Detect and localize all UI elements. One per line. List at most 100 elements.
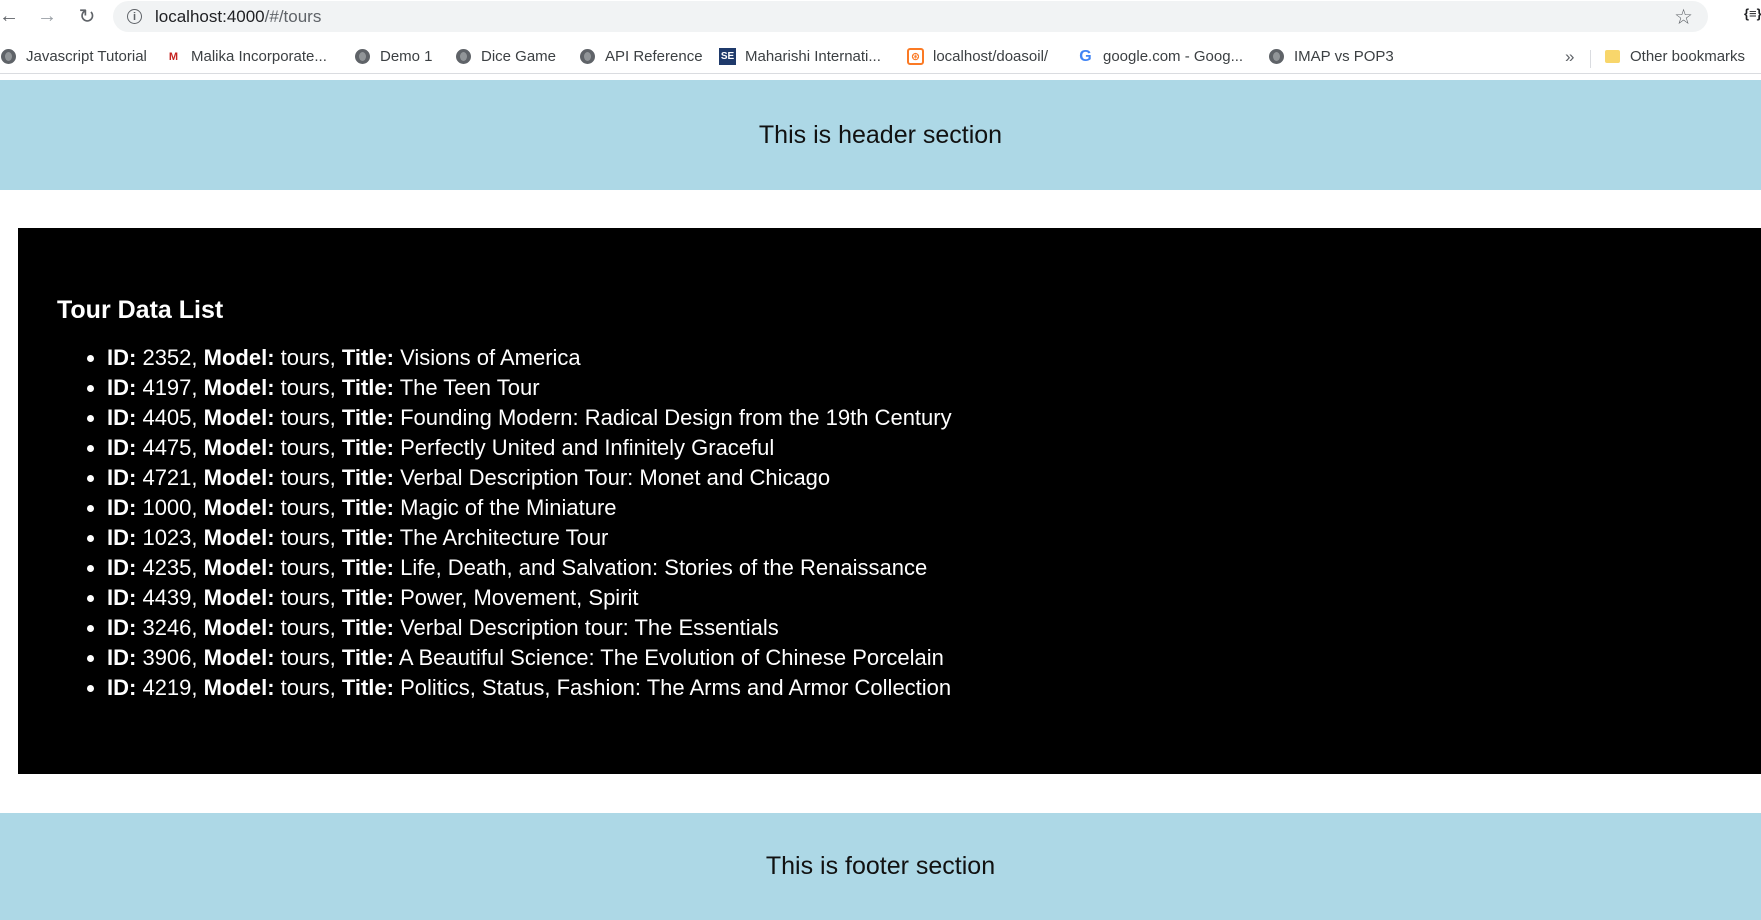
tour-id: 3906 [142,645,192,670]
bookmark-localhost-doasoil[interactable]: ⊛ localhost/doasoil/ [907,48,1048,65]
id-label: ID: [107,585,137,610]
tour-title: Verbal Description tour: The Essentials [400,615,779,640]
bookmark-api-reference[interactable]: API Reference [579,48,703,65]
tour-id: 3246 [142,615,192,640]
bookmark-google[interactable]: G google.com - Goog... [1077,48,1244,66]
model-label: Model: [203,525,275,550]
tour-title: Life, Death, and Salvation: Stories of t… [400,555,928,580]
tour-list-item: ID: 4475, Model: tours, Title: Perfectly… [107,433,1761,463]
id-label: ID: [107,675,137,700]
tour-model: tours [280,405,330,430]
id-label: ID: [107,465,137,490]
tour-id: 1023 [142,525,192,550]
bookmark-malika[interactable]: M Malika Incorporate... [165,48,327,65]
address-bar[interactable]: i localhost:4000/#/tours ☆ [113,1,1708,32]
bookmark-label: localhost/doasoil/ [933,48,1049,65]
tour-list-item: ID: 4219, Model: tours, Title: Politics,… [107,673,1761,703]
tour-id: 1000 [142,495,192,520]
globe-icon [455,48,472,65]
tour-title: A Beautiful Science: The Evolution of Ch… [398,645,944,670]
more-bookmarks-chevron-icon[interactable]: » [1565,47,1574,67]
back-arrow-icon[interactable]: ← [0,3,22,29]
id-label: ID: [107,615,137,640]
title-label: Title: [341,615,394,640]
title-label: Title: [341,345,394,370]
bookmark-javascript-tutorial[interactable]: Javascript Tutorial [0,48,147,65]
globe-icon [1268,48,1285,65]
bookmark-dice-game[interactable]: Dice Game [455,48,556,65]
tour-id: 2352 [142,345,192,370]
tour-list: ID: 2352, Model: tours, Title: Visions o… [57,343,1761,703]
bookmark-label: Dice Game [481,48,557,65]
tour-list-item: ID: 1023, Model: tours, Title: The Archi… [107,523,1761,553]
bookmark-maharishi[interactable]: SE Maharishi Internati... [719,48,881,65]
globe-icon [579,48,596,65]
tour-id: 4219 [142,675,192,700]
other-bookmarks[interactable]: Other bookmarks [1604,48,1745,65]
tour-id: 4721 [142,465,192,490]
other-bookmarks-label: Other bookmarks [1630,48,1746,65]
tour-list-section: Tour Data List ID: 2352, Model: tours, T… [18,228,1761,774]
reload-icon[interactable]: ↻ [74,3,100,29]
bookmark-label: API Reference [605,48,703,65]
title-label: Title: [341,585,394,610]
title-label: Title: [341,465,394,490]
se-icon: SE [719,48,736,65]
model-label: Model: [203,615,275,640]
footer-text: This is footer section [765,852,996,880]
title-label: Title: [341,675,394,700]
tour-model: tours [280,375,330,400]
bookmark-star-icon[interactable]: ☆ [1674,5,1693,30]
tour-id: 4197 [142,375,192,400]
title-label: Title: [341,435,394,460]
bookmarks-bar: Javascript Tutorial M Malika Incorporate… [0,40,1761,74]
model-label: Model: [203,645,275,670]
forward-arrow-icon[interactable]: → [34,3,60,29]
tour-id: 4405 [142,405,192,430]
id-label: ID: [107,525,137,550]
tour-model: tours [280,675,330,700]
tour-list-item: ID: 4405, Model: tours, Title: Founding … [107,403,1761,433]
tour-model: tours [280,645,330,670]
bookmark-label: IMAP vs POP3 [1294,48,1394,65]
tour-model: tours [280,585,330,610]
tour-model: tours [280,615,330,640]
tour-model: tours [280,555,330,580]
model-label: Model: [203,465,275,490]
tour-list-item: ID: 4197, Model: tours, Title: The Teen … [107,373,1761,403]
tour-list-item: ID: 3906, Model: tours, Title: A Beautif… [107,643,1761,673]
tour-model: tours [280,435,330,460]
page-footer: This is footer section [0,813,1761,920]
tour-model: tours [280,465,330,490]
id-label: ID: [107,645,137,670]
tour-list-item: ID: 3246, Model: tours, Title: Verbal De… [107,613,1761,643]
tour-list-item: ID: 1000, Model: tours, Title: Magic of … [107,493,1761,523]
tour-id: 4235 [142,555,192,580]
header-text: This is header section [758,120,1003,149]
id-label: ID: [107,435,137,460]
id-label: ID: [107,495,137,520]
bookmark-label: google.com - Goog... [1103,48,1244,65]
tour-title: Politics, Status, Fashion: The Arms and … [400,675,952,700]
page-header: This is header section [0,80,1761,190]
tour-title: Verbal Description Tour: Monet and Chica… [400,465,831,490]
url-text[interactable]: localhost:4000/#/tours [155,7,321,27]
model-label: Model: [203,405,275,430]
globe-icon [354,48,371,65]
bookmark-imap-vs-pop3[interactable]: IMAP vs POP3 [1268,48,1394,65]
section-title: Tour Data List [57,296,224,324]
bookmark-demo-1[interactable]: Demo 1 [354,48,433,65]
tour-title: Magic of the Miniature [400,495,617,520]
title-label: Title: [341,405,394,430]
bookmark-label: Javascript Tutorial [26,48,147,65]
model-label: Model: [203,555,275,580]
xampp-icon: ⊛ [907,48,924,65]
tour-model: tours [280,345,330,370]
info-icon[interactable]: i [127,9,142,24]
tour-title: The Teen Tour [399,375,540,400]
extension-icon[interactable]: {≡} [1744,6,1761,21]
tour-id: 4475 [142,435,192,460]
id-label: ID: [107,555,137,580]
tour-title: Visions of America [400,345,581,370]
title-label: Title: [341,495,394,520]
